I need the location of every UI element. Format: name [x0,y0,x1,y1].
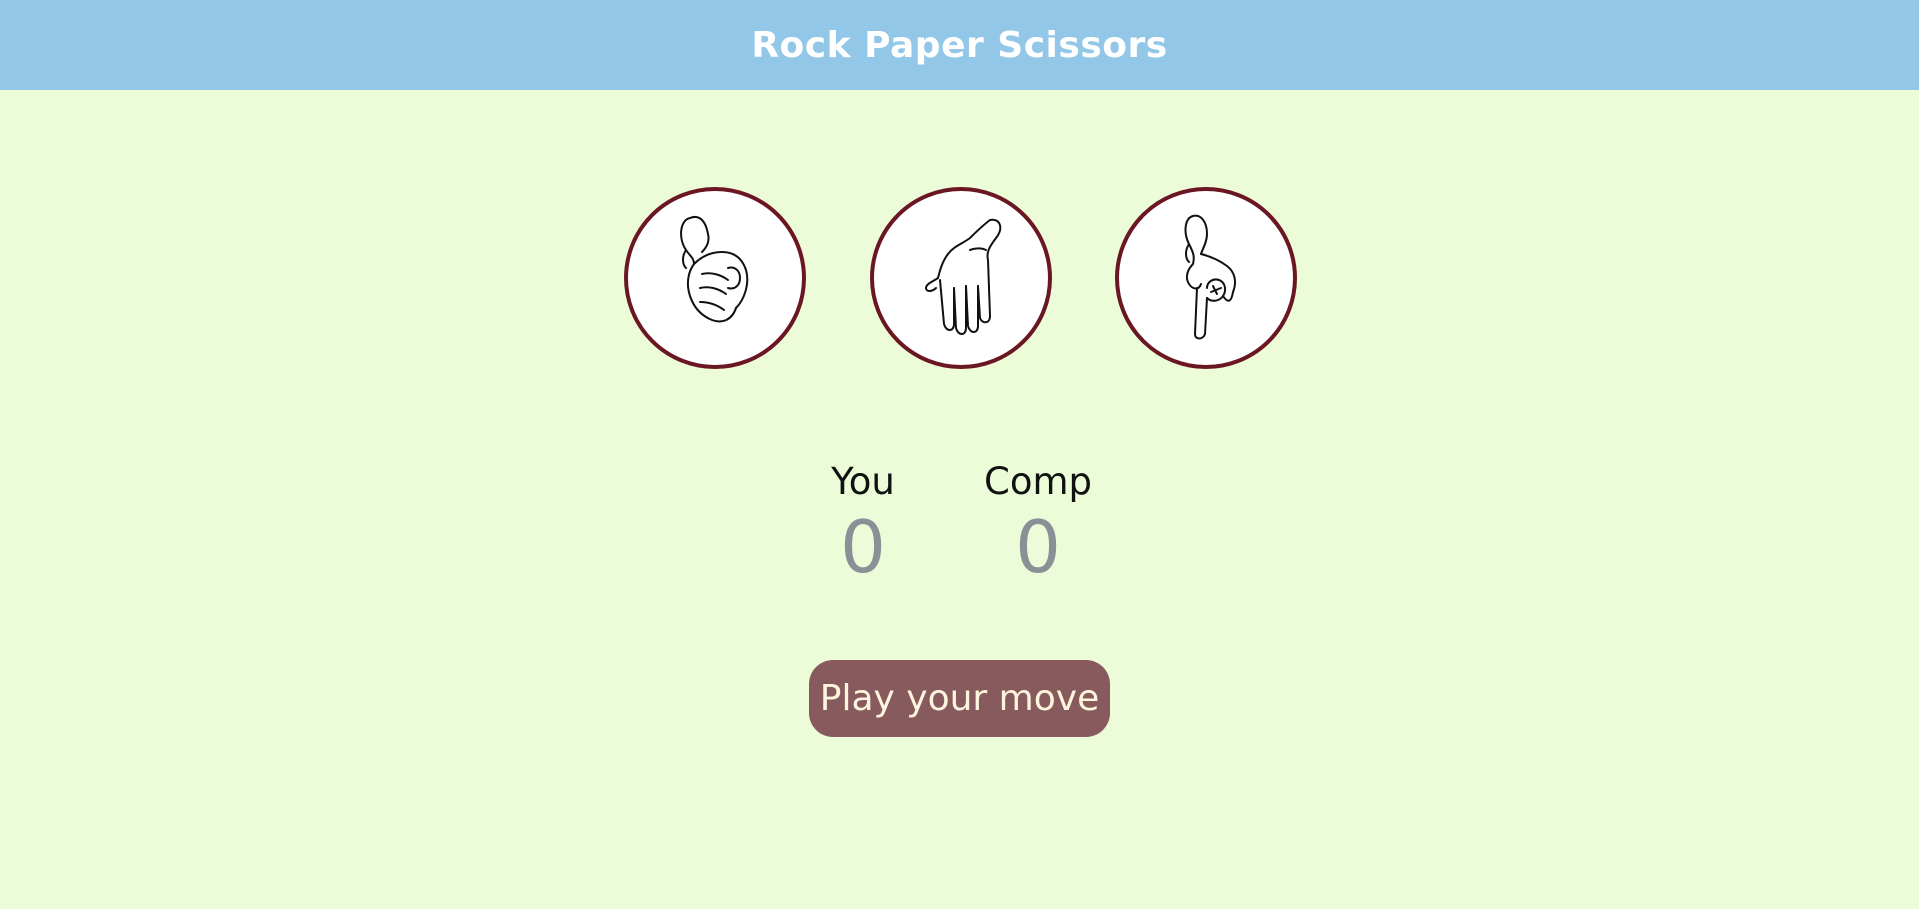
comp-score-value: 0 [1015,505,1061,589]
scissors-hand-icon [1184,214,1236,340]
rock-hand-icon [680,216,749,323]
paper-choice-button[interactable] [870,187,1052,369]
page-title: Rock Paper Scissors [751,24,1168,66]
user-score: You 0 [793,457,933,587]
comp-score-label: Comp [983,460,1092,503]
user-score-value: 0 [840,505,886,589]
scissors-choice-button[interactable] [1115,187,1297,369]
user-score-label: You [831,460,895,503]
rock-choice-button[interactable] [624,187,806,369]
paper-hand-icon [925,218,1002,335]
app-header: Rock Paper Scissors [0,0,1919,90]
game-message: Play your move [809,660,1110,737]
comp-score: Comp 0 [968,457,1108,587]
